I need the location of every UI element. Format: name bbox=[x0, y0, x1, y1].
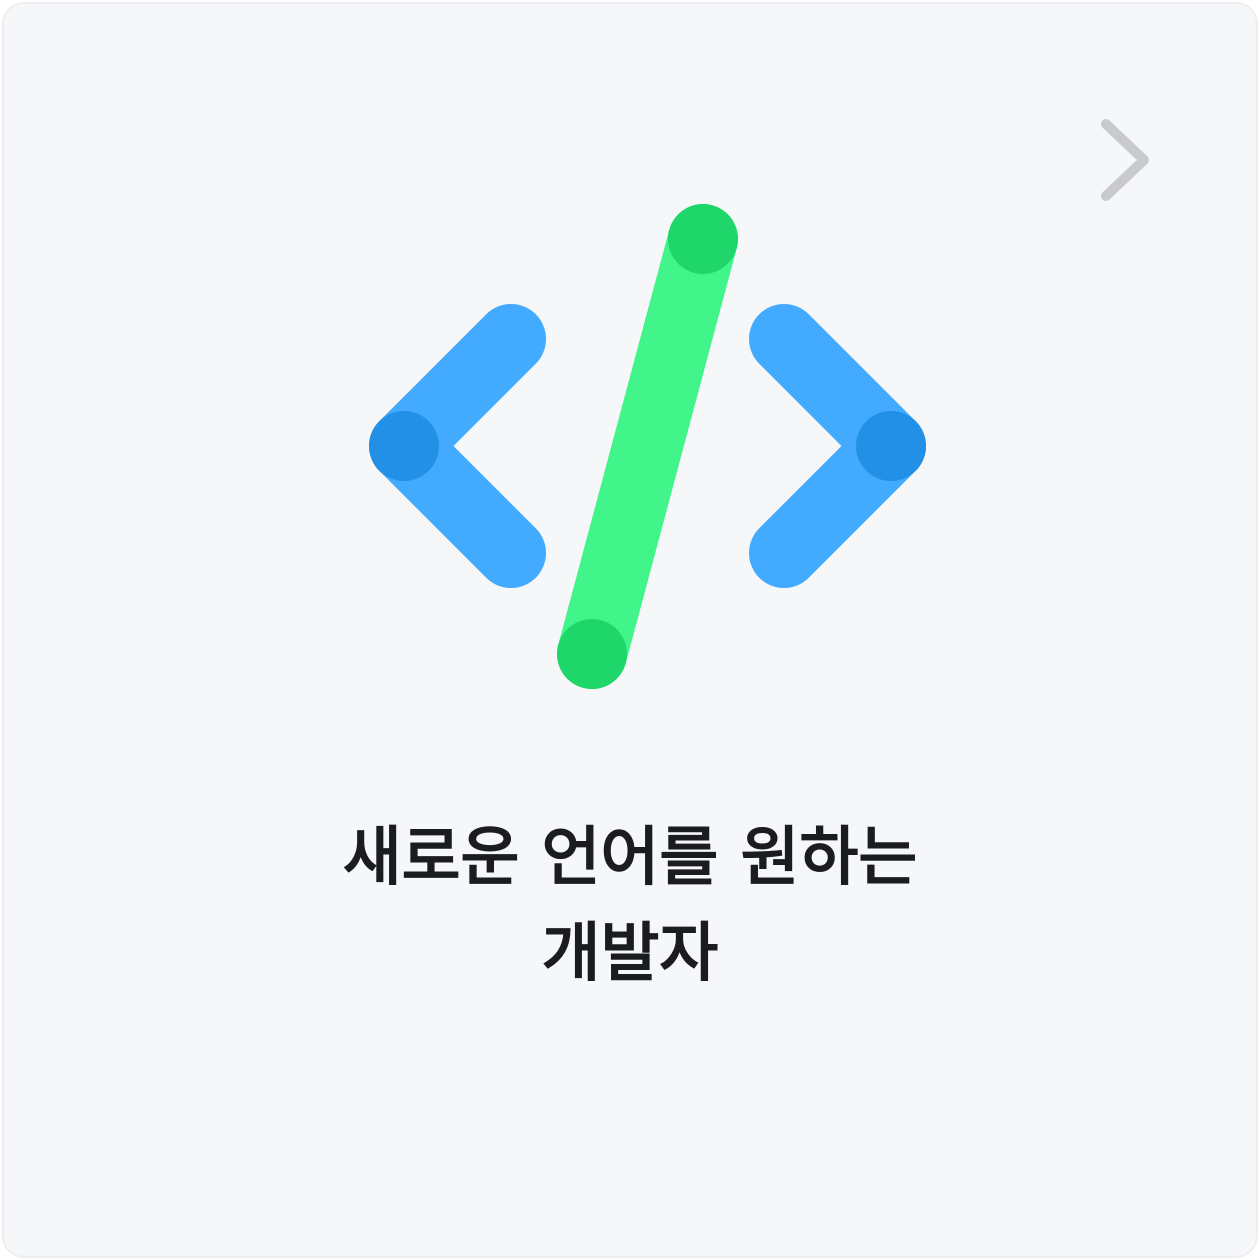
code-brackets-icon bbox=[369, 204, 926, 689]
card-title: 새로운 언어를 원하는 개발자 bbox=[4, 810, 1256, 1002]
slash-icon bbox=[557, 204, 738, 689]
left-bracket-icon bbox=[369, 304, 546, 588]
chevron-right-icon[interactable] bbox=[1092, 112, 1158, 208]
card-title-line-1: 새로운 언어를 원하는 bbox=[342, 821, 918, 895]
right-bracket-icon bbox=[749, 304, 926, 588]
feature-card[interactable]: 새로운 언어를 원하는 개발자 bbox=[2, 2, 1258, 1258]
card-title-line-2: 개발자 bbox=[541, 917, 719, 991]
